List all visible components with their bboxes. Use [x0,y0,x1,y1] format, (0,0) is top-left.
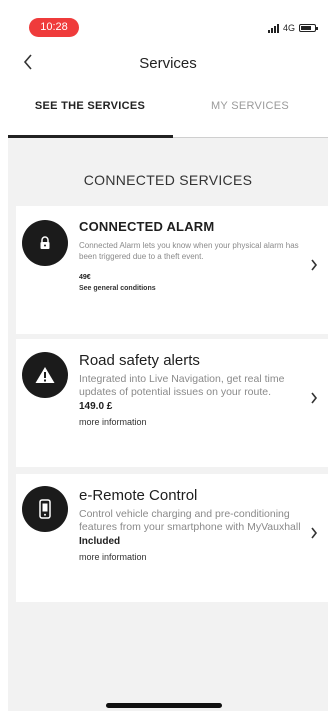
service-description: Connected Alarm lets you know when your … [79,241,299,261]
tab-see-the-services[interactable]: SEE THE SERVICES [10,100,170,112]
active-tab-indicator [8,135,173,138]
service-card-connected-alarm[interactable]: CONNECTED ALARM Connected Alarm lets you… [16,206,328,334]
service-title: e-Remote Control [79,487,198,504]
more-information-link[interactable]: more information [79,552,302,562]
chevron-right-icon[interactable] [310,258,318,275]
signal-icon [267,23,279,33]
service-price: Included [79,536,121,547]
more-information-link[interactable]: more information [79,417,302,427]
service-card-body: e-Remote Control Control vehicle chargin… [79,487,302,562]
page-header: Services [8,44,328,84]
home-indicator [106,703,222,708]
battery-icon [299,24,318,32]
chevron-right-icon[interactable] [310,526,318,543]
service-price: 149.0 £ [79,401,113,412]
section-title: CONNECTED SERVICES [83,172,253,188]
phone-icon [22,486,68,532]
service-title: Road safety alerts [79,352,200,369]
status-time: 10:28 [29,18,79,37]
service-card-e-remote-control[interactable]: e-Remote Control Control vehicle chargin… [16,474,328,602]
tab-my-services[interactable]: MY SERVICES [175,100,325,112]
status-bar: 10:28 4G [8,0,328,44]
chevron-right-icon[interactable] [310,391,318,408]
service-card-body: Road safety alerts Integrated into Live … [79,352,302,427]
warning-icon [22,352,68,398]
page-title: Services [139,55,197,72]
network-label: 4G [282,23,295,33]
general-conditions-link[interactable]: See general conditions [79,285,302,292]
services-screen: 10:28 4G Services SEE THE SERVICES MY SE… [8,0,328,711]
service-title: CONNECTED ALARM [79,219,215,234]
service-description: Control vehicle charging and pre-conditi… [79,508,301,533]
service-card-road-safety-alerts[interactable]: Road safety alerts Integrated into Live … [16,339,328,467]
service-price: 49€ [79,274,91,281]
service-card-body: CONNECTED ALARM Connected Alarm lets you… [79,219,302,292]
service-tabs: SEE THE SERVICES MY SERVICES [8,84,328,138]
service-description: Integrated into Live Navigation, get rea… [79,373,285,398]
status-indicators: 4G [267,21,318,35]
lock-icon [22,220,68,266]
